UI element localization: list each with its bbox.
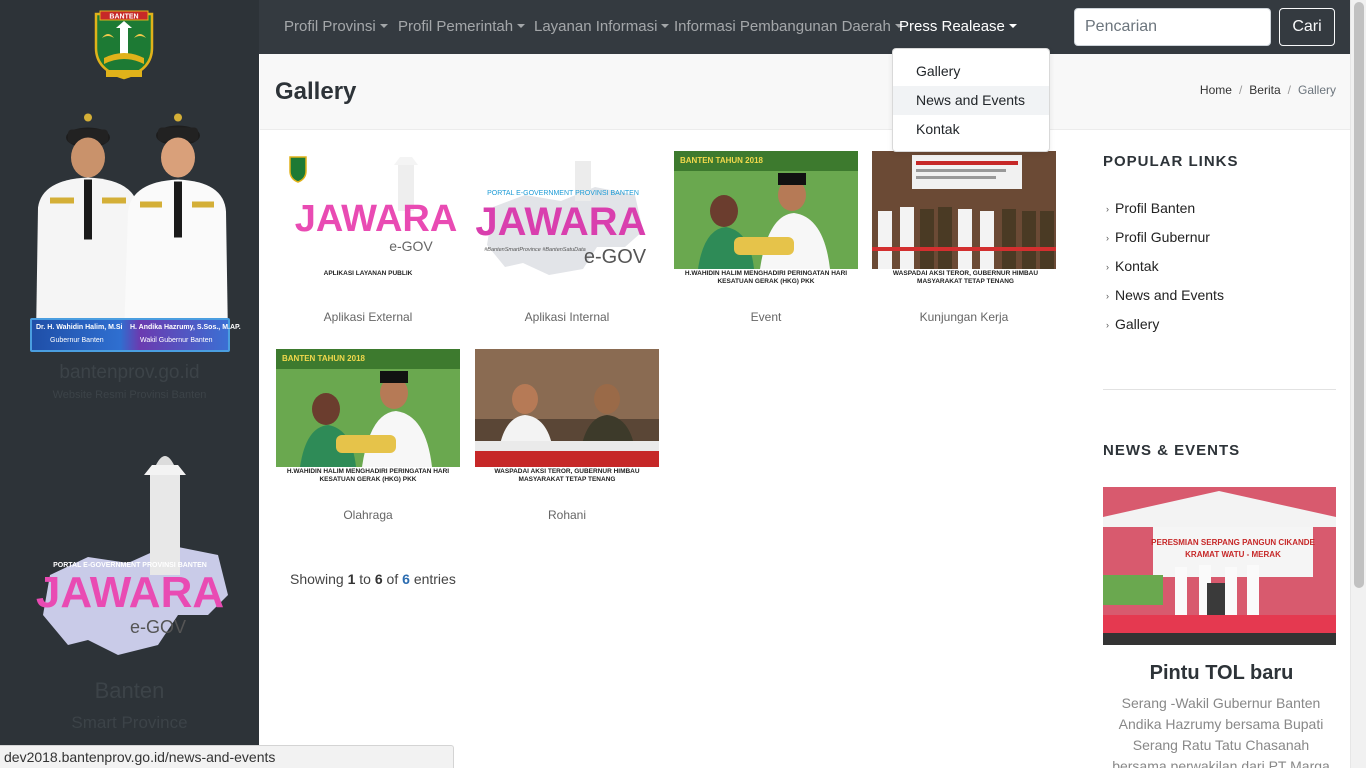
gallery-caption[interactable]: Aplikasi Internal bbox=[475, 310, 659, 324]
site-name: bantenprov.go.id bbox=[59, 362, 200, 383]
vice-governor-role: Wakil Gubernur Banten bbox=[140, 337, 213, 344]
gallery-thumb-event[interactable]: BANTEN TAHUN 2018 H.WAHIDIN HALIM MENGHA… bbox=[674, 151, 858, 291]
site-description: Website Resmi Provinsi Banten bbox=[52, 389, 207, 401]
nav-label: Layanan Informasi bbox=[534, 18, 658, 35]
gallery-thumb-rohani[interactable]: WASPADAI AKSI TEROR, GUBERNUR HIMBAU MAS… bbox=[475, 349, 659, 489]
pagination-info: Showing 1 to 6 of 6 entries bbox=[290, 571, 456, 587]
nav-press-release[interactable]: Press Realease bbox=[899, 18, 1017, 35]
link-label: Gallery bbox=[1115, 316, 1160, 332]
nav-profil-provinsi[interactable]: Profil Provinsi bbox=[284, 18, 388, 35]
showing-to-word: to bbox=[359, 571, 371, 587]
gallery-caption[interactable]: Rohani bbox=[475, 508, 659, 522]
showing-total: 6 bbox=[402, 571, 410, 587]
nav-label: Profil Pemerintah bbox=[398, 18, 514, 35]
link-label: Profil Banten bbox=[1115, 200, 1196, 216]
breadcrumb-separator: / bbox=[1287, 83, 1291, 97]
page-header: Gallery Home / Berita / Gallery bbox=[260, 54, 1350, 130]
banten-emblem-logo[interactable]: BANTEN bbox=[92, 8, 156, 80]
caret-down-icon bbox=[379, 24, 388, 29]
link-label: News and Events bbox=[1115, 287, 1224, 303]
showing-suffix: entries bbox=[413, 571, 456, 587]
chevron-right-icon: › bbox=[1106, 204, 1109, 214]
divider bbox=[1103, 389, 1336, 390]
breadcrumb: Home / Berita / Gallery bbox=[1200, 83, 1336, 97]
breadcrumb-home[interactable]: Home bbox=[1200, 83, 1232, 97]
dropdown-item-gallery[interactable]: Gallery bbox=[893, 57, 1049, 86]
nav-label: Profil Provinsi bbox=[284, 18, 376, 35]
news-image[interactable]: PERESMIAN SERPANG PANGUN CIKANDE KRAMAT … bbox=[1103, 487, 1336, 645]
showing-prefix: Showing bbox=[290, 571, 344, 587]
officials-name-plate: Dr. H. Wahidin Halim, M.Si Gubernur Bant… bbox=[30, 318, 241, 352]
news-item-text: Serang -Wakil Gubernur Banten Andika Haz… bbox=[1112, 695, 1330, 768]
gallery-caption[interactable]: Kunjungan Kerja bbox=[872, 310, 1056, 324]
chevron-right-icon: › bbox=[1106, 291, 1109, 301]
gallery-thumb-olahraga[interactable]: BANTEN TAHUN 2018 H.WAHIDIN HALIM MENGHA… bbox=[276, 349, 460, 489]
nav-label: Informasi Pembangunan Daerah bbox=[674, 18, 891, 35]
gallery-caption[interactable]: Event bbox=[674, 310, 858, 324]
vice-governor-name: H. Andika Hazrumy, S.Sos., M.AP. bbox=[130, 324, 241, 331]
left-sidebar: BANTEN Dr. H. Wahidin Halim, M.Si Gubern… bbox=[0, 0, 259, 768]
caret-down-icon bbox=[517, 24, 526, 29]
showing-from: 1 bbox=[347, 571, 356, 587]
caret-down-icon bbox=[1008, 24, 1017, 29]
svg-text:JAWARA: JAWARA bbox=[36, 568, 224, 617]
gallery-caption[interactable]: Aplikasi External bbox=[276, 310, 460, 324]
sidebar-smart-province: Smart Province bbox=[71, 713, 188, 732]
popular-link-profil-banten[interactable]: › Profil Banten bbox=[1106, 200, 1195, 216]
svg-text:e-GOV: e-GOV bbox=[584, 246, 647, 268]
nav-profil-pemerintah[interactable]: Profil Pemerintah bbox=[398, 18, 526, 35]
governor-portrait-image bbox=[36, 113, 228, 338]
popular-links-title: POPULAR LINKS bbox=[1103, 153, 1239, 170]
svg-text:JAWARA: JAWARA bbox=[475, 200, 646, 244]
svg-text:BANTEN TAHUN 2018: BANTEN TAHUN 2018 bbox=[680, 156, 764, 165]
showing-of-word: of bbox=[386, 571, 399, 587]
link-label: Kontak bbox=[1115, 258, 1159, 274]
svg-text:BANTEN: BANTEN bbox=[109, 14, 138, 21]
search-input[interactable] bbox=[1074, 8, 1271, 46]
chevron-right-icon: › bbox=[1106, 233, 1109, 243]
nav-label: Press Realease bbox=[899, 18, 1005, 35]
breadcrumb-current: Gallery bbox=[1297, 83, 1336, 97]
search-button[interactable]: Cari bbox=[1279, 8, 1335, 46]
popular-link-profil-gubernur[interactable]: › Profil Gubernur bbox=[1106, 229, 1210, 245]
showing-to: 6 bbox=[374, 571, 383, 587]
governor-role: Gubernur Banten bbox=[50, 337, 104, 344]
press-release-dropdown: Gallery News and Events Kontak bbox=[892, 48, 1050, 152]
gallery-caption[interactable]: Olahraga bbox=[276, 508, 460, 522]
popular-link-kontak[interactable]: › Kontak bbox=[1106, 258, 1159, 274]
svg-text:KRAMAT WATU - MERAK: KRAMAT WATU - MERAK bbox=[1185, 550, 1281, 559]
svg-text:PORTAL E-GOVERNMENT PROVINSI B: PORTAL E-GOVERNMENT PROVINSI BANTEN bbox=[487, 190, 639, 197]
breadcrumb-separator: / bbox=[1238, 83, 1243, 97]
popular-link-gallery[interactable]: › Gallery bbox=[1106, 316, 1159, 332]
scrollbar-thumb[interactable] bbox=[1354, 2, 1364, 588]
jawara-egov-logo[interactable]: PORTAL E-GOVERNMENT PROVINSI BANTEN JAWA… bbox=[28, 445, 233, 673]
nav-layanan-informasi[interactable]: Layanan Informasi bbox=[534, 18, 670, 35]
gallery-thumb-aplikasi-external[interactable]: JAWARA e-GOV APLIKASI LAYANAN PUBLIK bbox=[276, 151, 460, 291]
link-label: Profil Gubernur bbox=[1115, 229, 1210, 245]
sidebar-banten-title: Banten bbox=[94, 678, 165, 703]
page-title: Gallery bbox=[275, 78, 357, 105]
svg-text:JAWARA: JAWARA bbox=[295, 198, 458, 240]
svg-text:#BantenSmartProvince #BantenSa: #BantenSmartProvince #BantenSatuData bbox=[484, 247, 586, 253]
page-scrollbar[interactable] bbox=[1350, 0, 1366, 768]
svg-text:PERESMIAN SERPANG PANGUN CIKAN: PERESMIAN SERPANG PANGUN CIKANDE bbox=[1151, 538, 1315, 547]
news-events-title: NEWS & EVENTS bbox=[1103, 442, 1241, 459]
news-item-title[interactable]: Pintu TOL baru bbox=[1103, 662, 1340, 685]
svg-text:BANTEN TAHUN 2018: BANTEN TAHUN 2018 bbox=[282, 354, 366, 363]
browser-status-url: dev2018.bantenprov.go.id/news-and-events bbox=[0, 745, 454, 768]
nav-informasi-pembangunan[interactable]: Informasi Pembangunan Daerah bbox=[674, 18, 903, 35]
gallery-thumb-kunjungan-kerja[interactable]: WASPADAI AKSI TEROR, GUBERNUR HIMBAU MAS… bbox=[872, 151, 1056, 291]
popular-link-news-and-events[interactable]: › News and Events bbox=[1106, 287, 1224, 303]
gallery-thumb-aplikasi-internal[interactable]: PORTAL E-GOVERNMENT PROVINSI BANTEN JAWA… bbox=[475, 151, 659, 291]
governor-name: Dr. H. Wahidin Halim, M.Si bbox=[36, 324, 123, 331]
svg-text:APLIKASI LAYANAN PUBLIK: APLIKASI LAYANAN PUBLIK bbox=[324, 270, 413, 277]
svg-text:e-GOV: e-GOV bbox=[130, 617, 186, 637]
caret-down-icon bbox=[661, 24, 670, 29]
dropdown-item-kontak[interactable]: Kontak bbox=[893, 115, 1049, 144]
chevron-right-icon: › bbox=[1106, 262, 1109, 272]
chevron-right-icon: › bbox=[1106, 320, 1109, 330]
dropdown-item-news-and-events[interactable]: News and Events bbox=[893, 86, 1049, 115]
svg-text:e-GOV: e-GOV bbox=[389, 238, 433, 254]
breadcrumb-berita[interactable]: Berita bbox=[1249, 83, 1280, 97]
